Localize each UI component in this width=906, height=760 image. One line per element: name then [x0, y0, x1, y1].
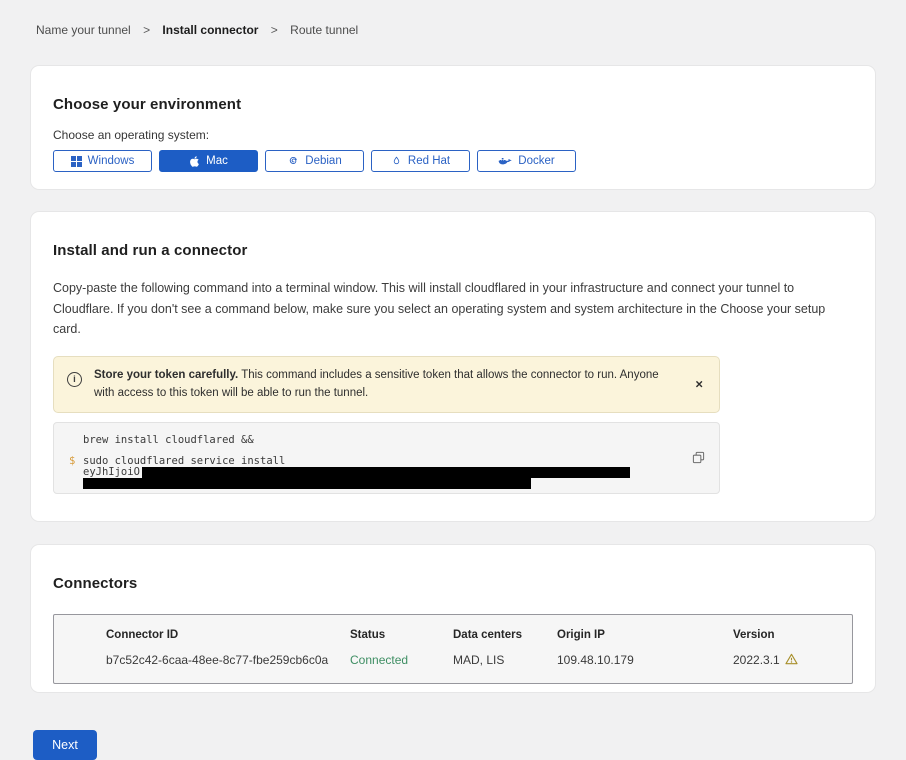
copy-command-button[interactable] — [690, 449, 707, 469]
close-banner-button[interactable]: × — [691, 374, 707, 395]
page: Name your tunnel > Install connector > R… — [0, 0, 906, 760]
os-button-label: Red Hat — [408, 155, 450, 167]
col-header-connector-id: Connector ID — [106, 629, 350, 641]
breadcrumb-step-route-tunnel[interactable]: Route tunnel — [290, 23, 358, 37]
os-button-mac[interactable]: Mac — [159, 150, 258, 172]
os-select-label: Choose an operating system: — [53, 128, 853, 142]
os-button-docker[interactable]: Docker — [477, 150, 576, 172]
connectors-table: Connector ID Status Data centers Origin … — [53, 614, 853, 684]
os-button-label: Windows — [88, 155, 135, 167]
windows-icon — [71, 156, 82, 167]
code-line-token: eyJhIjoiO — [69, 467, 705, 478]
os-button-debian[interactable]: Debian — [265, 150, 364, 172]
breadcrumb-step-install-connector[interactable]: Install connector — [162, 23, 258, 37]
code-line-1: brew install cloudflared && — [69, 435, 705, 446]
os-button-label: Docker — [518, 155, 554, 167]
apple-icon — [189, 155, 200, 168]
col-header-data-centers: Data centers — [453, 629, 557, 641]
environment-card: Choose your environment Choose an operat… — [31, 66, 875, 189]
redacted-token-bar — [142, 467, 630, 478]
debian-icon — [287, 155, 299, 167]
breadcrumb-step-name-tunnel[interactable]: Name your tunnel — [36, 23, 131, 37]
command-code-block: brew install cloudflared && $ sudo cloud… — [53, 422, 720, 494]
warning-title: Store your token carefully. — [94, 369, 238, 381]
code-line-token-2 — [69, 478, 705, 489]
os-button-group: Windows Mac Debian Red Hat — [53, 150, 853, 172]
version-value: 2022.3.1 — [733, 653, 780, 667]
connectors-card-title: Connectors — [53, 575, 853, 592]
shell-prompt: $ — [69, 456, 83, 467]
next-button[interactable]: Next — [33, 730, 97, 760]
table-row: b7c52c42-6caa-48ee-8c77-fbe259cb6c0a Con… — [54, 653, 852, 668]
install-card-title: Install and run a connector — [53, 242, 853, 259]
token-warning-banner: i Store your token carefully. This comma… — [53, 356, 720, 413]
col-header-version: Version — [733, 629, 836, 641]
code-line-2: $ sudo cloudflared service install — [69, 456, 705, 467]
connector-id-cell: b7c52c42-6caa-48ee-8c77-fbe259cb6c0a — [106, 653, 350, 667]
code-text: brew install cloudflared && — [83, 435, 254, 446]
install-description: Copy-paste the following command into a … — [53, 278, 853, 340]
redhat-icon — [391, 155, 402, 168]
environment-card-title: Choose your environment — [53, 96, 853, 113]
version-warning-icon — [785, 653, 798, 668]
info-icon: i — [67, 372, 82, 387]
col-header-origin-ip: Origin IP — [557, 629, 733, 641]
install-card: Install and run a connector Copy-paste t… — [31, 212, 875, 521]
data-centers-cell: MAD, LIS — [453, 653, 557, 667]
token-prefix: eyJhIjoiO — [83, 467, 140, 478]
code-text: sudo cloudflared service install — [83, 456, 285, 467]
breadcrumb: Name your tunnel > Install connector > R… — [31, 23, 875, 37]
connectors-card: Connectors Connector ID Status Data cent… — [31, 545, 875, 692]
breadcrumb-separator: > — [271, 23, 278, 37]
os-button-label: Debian — [305, 155, 341, 167]
origin-ip-cell: 109.48.10.179 — [557, 653, 733, 667]
redacted-token-bar — [83, 478, 531, 489]
os-button-label: Mac — [206, 155, 228, 167]
os-button-windows[interactable]: Windows — [53, 150, 152, 172]
table-header-row: Connector ID Status Data centers Origin … — [54, 629, 852, 641]
version-cell: 2022.3.1 — [733, 653, 836, 668]
col-header-status: Status — [350, 629, 453, 641]
docker-icon — [498, 156, 512, 167]
status-badge: Connected — [350, 653, 453, 667]
breadcrumb-separator: > — [143, 23, 150, 37]
os-button-redhat[interactable]: Red Hat — [371, 150, 470, 172]
